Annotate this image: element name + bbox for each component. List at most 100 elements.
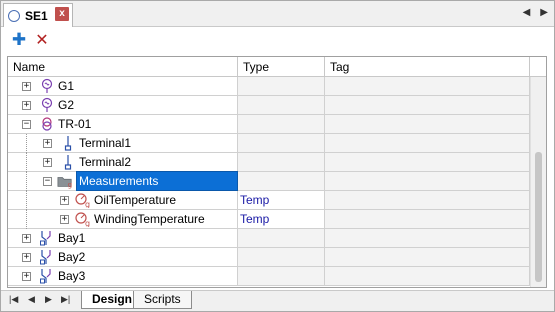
type-cell[interactable] [238,96,325,115]
collapse-icon[interactable]: − [22,120,31,129]
tag-cell[interactable] [325,229,530,248]
name-cell: − g Measurements [8,171,238,191]
type-cell[interactable] [238,115,325,134]
tag-cell[interactable] [325,172,530,191]
delete-button[interactable]: ✕ [33,31,51,49]
toolbar: ✚ ✕ [1,28,554,52]
name-cell: + Bay3 [8,267,238,286]
tag-cell[interactable] [325,248,530,267]
name-cell: + g WindingTemperature [8,210,238,229]
tree-row-bay1[interactable]: + Bay1 [8,229,530,248]
scrollbar-thumb[interactable] [535,152,542,282]
tree-connector [26,153,27,172]
row-name: OilTemperature [94,193,177,207]
tree-connector [26,191,27,210]
svg-text:g: g [85,200,90,208]
row-name: TR-01 [58,117,92,131]
tree-row-g2[interactable]: + G2 [8,96,530,115]
tree-connector [26,134,27,153]
tab-nav-arrows: ◀ ▶ [523,7,548,18]
folder-icon: g [57,173,73,189]
row-name: Bay2 [58,250,86,264]
tab-scroll-left-icon[interactable]: ◀ [523,7,531,18]
type-cell[interactable] [238,248,325,267]
bay-icon [39,249,55,265]
tree-row-terminal1[interactable]: + Terminal1 [8,134,530,153]
tag-cell[interactable] [325,191,530,210]
next-page-icon[interactable]: ▶ [45,294,52,305]
tag-cell[interactable] [325,77,530,96]
type-cell[interactable]: Temp [238,191,325,210]
column-header-name[interactable]: Name [8,57,238,77]
tag-cell[interactable] [325,96,530,115]
tag-cell[interactable] [325,134,530,153]
generator-icon [39,97,55,113]
name-cell-content: g OilTemperature [74,191,238,210]
name-cell-content: Bay2 [38,248,238,267]
type-cell[interactable] [238,267,325,286]
first-page-icon[interactable]: |◀ [9,294,18,305]
row-name: G1 [58,79,75,93]
row-name: Measurements [79,174,159,188]
tree-grid: Name Type Tag + G1 + G2 − TR-01 + Termin… [7,56,547,288]
prev-page-icon[interactable]: ◀ [28,294,35,305]
add-button[interactable]: ✚ [10,30,28,49]
name-cell-content: Terminal2 [59,153,238,172]
type-cell[interactable] [238,172,325,191]
svg-text:g: g [85,219,90,227]
expand-icon[interactable]: + [60,196,69,205]
expand-icon[interactable]: + [22,234,31,243]
measurement-icon: g [75,211,91,227]
terminal-icon [60,135,76,151]
expand-icon[interactable]: + [43,158,52,167]
bay-icon [39,268,55,284]
name-cell-content: Bay1 [38,229,238,248]
type-cell[interactable] [238,134,325,153]
vertical-scrollbar[interactable] [530,77,546,287]
tree-row-bay2[interactable]: + Bay2 [8,248,530,267]
tree-row-tr01[interactable]: − TR-01 [8,115,530,134]
expand-icon[interactable]: + [22,272,31,281]
transformer-icon [39,116,55,132]
selected-name-editor[interactable]: Measurements [76,171,238,191]
editor-window: SE1 x ◀ ▶ ✚ ✕ Name Type Tag + G1 + G2 − … [0,0,555,312]
row-name: G2 [58,98,75,112]
tab-scripts[interactable]: Scripts [133,291,192,309]
column-header-type[interactable]: Type [238,57,325,77]
grid-header: Name Type Tag [8,57,546,77]
column-header-tag[interactable]: Tag [325,57,530,77]
document-circle-icon [8,9,20,22]
expand-icon[interactable]: + [60,215,69,224]
tree-row-terminal2[interactable]: + Terminal2 [8,153,530,172]
name-cell: + Bay2 [8,248,238,267]
expand-icon[interactable]: + [22,82,31,91]
row-name: Terminal1 [79,136,132,150]
tree-row-oiltemperature[interactable]: + g OilTemperature Temp [8,191,530,210]
name-cell: − TR-01 [8,115,238,134]
tree-row-measurements[interactable]: − g Measurements [8,171,530,191]
tree-row-g1[interactable]: + G1 [8,77,530,96]
tree-row-bay3[interactable]: + Bay3 [8,267,530,286]
type-cell[interactable] [238,77,325,96]
type-cell[interactable] [238,229,325,248]
type-cell[interactable]: Temp [238,210,325,229]
tag-cell[interactable] [325,153,530,172]
tag-cell[interactable] [325,210,530,229]
bottom-tab-bar: |◀ ◀ ▶ ▶| Design Scripts [1,290,554,311]
tag-cell[interactable] [325,267,530,286]
tree-row-windingtemperature[interactable]: + g WindingTemperature Temp [8,210,530,229]
collapse-icon[interactable]: − [43,177,52,186]
name-cell: + Terminal2 [8,153,238,172]
row-name: Bay3 [58,269,86,283]
tab-scroll-right-icon[interactable]: ▶ [540,7,548,18]
last-page-icon[interactable]: ▶| [61,294,70,305]
name-cell-content: Terminal1 [59,134,238,153]
tag-cell[interactable] [325,115,530,134]
expand-icon[interactable]: + [22,253,31,262]
document-tab-strip: SE1 x ◀ ▶ [1,1,554,27]
expand-icon[interactable]: + [43,139,52,148]
type-cell[interactable] [238,153,325,172]
generator-icon [39,78,55,94]
expand-icon[interactable]: + [22,101,31,110]
tab-close-button[interactable]: x [55,7,69,21]
